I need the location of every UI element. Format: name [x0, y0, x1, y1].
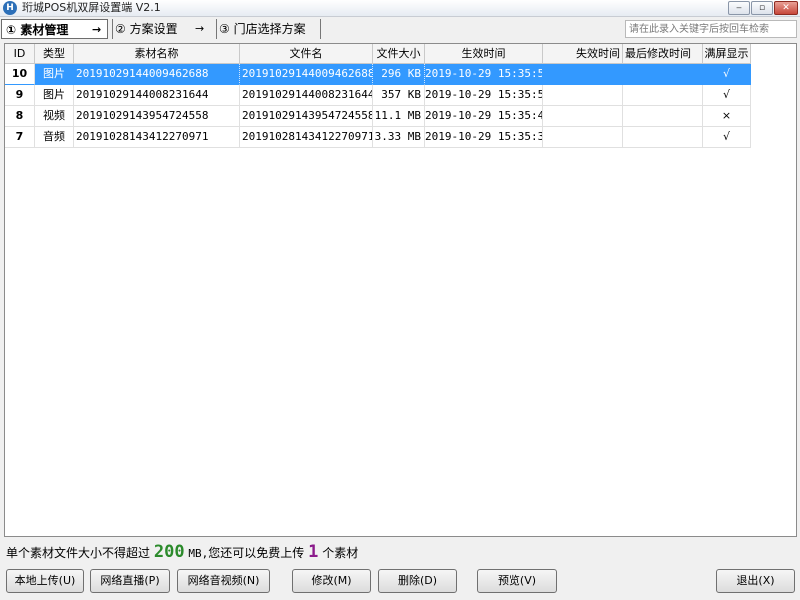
cell-modified-time — [623, 127, 703, 148]
cell-end-time — [543, 106, 623, 127]
arrow-right-icon: → — [92, 23, 102, 36]
cell-id: 9 — [5, 85, 35, 106]
cell-id: 8 — [5, 106, 35, 127]
network-av-button[interactable]: 网络音视频(N) — [177, 569, 270, 593]
cell-name: 20191029143954724558 — [74, 106, 240, 127]
exit-button[interactable]: 退出(X) — [716, 569, 795, 593]
table-row[interactable]: 10 图片 20191029144009462688 2019102914400… — [5, 64, 751, 85]
tab-plan-settings[interactable]: ② 方案设置 → — [112, 19, 212, 39]
minimize-button[interactable]: ‒ — [728, 1, 750, 15]
cell-name: 20191029144008231644 — [74, 85, 240, 106]
tab-material-management[interactable]: ① 素材管理 → — [1, 19, 108, 39]
edit-button[interactable]: 修改(M) — [292, 569, 371, 593]
tab-store-plan[interactable]: ③ 门店选择方案 — [216, 19, 321, 39]
cell-start-time: 2019-10-29 15:35:52 — [425, 64, 543, 85]
status-middle: 您还可以免费上传 — [208, 546, 305, 560]
preview-button[interactable]: 预览(V) — [477, 569, 557, 593]
column-header-modified-time[interactable]: 最后修改时间 — [623, 44, 703, 64]
local-upload-button[interactable]: 本地上传(U) — [6, 569, 84, 593]
cell-name: 20191029144009462688 — [74, 64, 240, 85]
column-header-end-time[interactable]: 失效时间 — [543, 44, 623, 64]
app-icon: H — [3, 1, 17, 15]
cell-start-time: 2019-10-29 15:35:48 — [425, 106, 543, 127]
cell-id: 10 — [5, 64, 35, 85]
tab-label: ② 方案设置 — [115, 22, 178, 36]
check-icon: √ — [703, 127, 751, 148]
cell-modified-time — [623, 64, 703, 85]
column-header-start-time[interactable]: 生效时间 — [425, 44, 543, 64]
cell-end-time — [543, 127, 623, 148]
cell-size: 3.33 MB — [373, 127, 425, 148]
status-suffix: 个素材 — [322, 546, 359, 560]
cell-modified-time — [623, 106, 703, 127]
material-table[interactable]: ID 类型 素材名称 文件名 文件大小 生效时间 失效时间 最后修改时间 满屏显… — [4, 43, 797, 537]
cell-filename: 20191029144008231644.png — [240, 85, 373, 106]
delete-button[interactable]: 删除(D) — [378, 569, 457, 593]
cell-end-time — [543, 64, 623, 85]
tab-label: ① 素材管理 — [6, 23, 69, 37]
window-title: 珩城POS机双屏设置端 V2.1 — [22, 1, 161, 14]
remaining-uploads-value: 1 — [308, 542, 319, 562]
cell-size: 296 KB — [373, 64, 425, 85]
cell-type: 视频 — [35, 106, 74, 127]
cell-start-time: 2019-10-29 15:35:50 — [425, 85, 543, 106]
column-header-type[interactable]: 类型 — [35, 44, 74, 64]
maximize-button[interactable]: ▫ — [751, 1, 773, 15]
cell-modified-time — [623, 85, 703, 106]
cell-start-time: 2019-10-29 15:35:36 — [425, 127, 543, 148]
cell-type: 图片 — [35, 85, 74, 106]
column-header-size[interactable]: 文件大小 — [373, 44, 425, 64]
size-limit-value: 200 — [153, 542, 185, 562]
cell-type: 图片 — [35, 64, 74, 85]
arrow-right-icon: → — [195, 22, 205, 35]
live-stream-button[interactable]: 网络直播(P) — [90, 569, 170, 593]
status-prefix: 单个素材文件大小不得超过 — [6, 546, 151, 560]
cell-name: 20191028143412270971 — [74, 127, 240, 148]
cell-id: 7 — [5, 127, 35, 148]
check-icon: √ — [703, 85, 751, 106]
cell-end-time — [543, 85, 623, 106]
cell-size: 357 KB — [373, 85, 425, 106]
column-header-id[interactable]: ID — [5, 44, 35, 64]
cross-icon: × — [703, 106, 751, 127]
title-bar: H 珩城POS机双屏设置端 V2.1 ‒ ▫ ✕ — [0, 0, 800, 17]
check-icon: √ — [703, 64, 751, 85]
column-header-filename[interactable]: 文件名 — [240, 44, 373, 64]
cell-type: 音频 — [35, 127, 74, 148]
table-header: ID 类型 素材名称 文件名 文件大小 生效时间 失效时间 最后修改时间 满屏显… — [5, 44, 796, 64]
search-input[interactable] — [625, 20, 797, 38]
cell-filename: 20191029144009462688.png — [240, 64, 373, 85]
cell-filename: 20191029143954724558.avi — [240, 106, 373, 127]
column-header-name[interactable]: 素材名称 — [74, 44, 240, 64]
size-limit-unit: MB, — [188, 547, 209, 560]
table-row[interactable]: 9 图片 20191029144008231644 20191029144008… — [5, 85, 751, 106]
cell-size: 11.1 MB — [373, 106, 425, 127]
table-row[interactable]: 8 视频 20191029143954724558 20191029143954… — [5, 106, 751, 127]
column-header-fullscreen[interactable]: 满屏显示 — [703, 44, 751, 64]
cell-filename: 20191028143412270971.mp3 — [240, 127, 373, 148]
close-button[interactable]: ✕ — [774, 1, 798, 15]
upload-quota-status: 单个素材文件大小不得超过 200 MB,您还可以免费上传 1 个素材 — [6, 542, 358, 562]
table-row[interactable]: 7 音频 20191028143412270971 20191028143412… — [5, 127, 751, 148]
tab-label: ③ 门店选择方案 — [219, 22, 306, 36]
